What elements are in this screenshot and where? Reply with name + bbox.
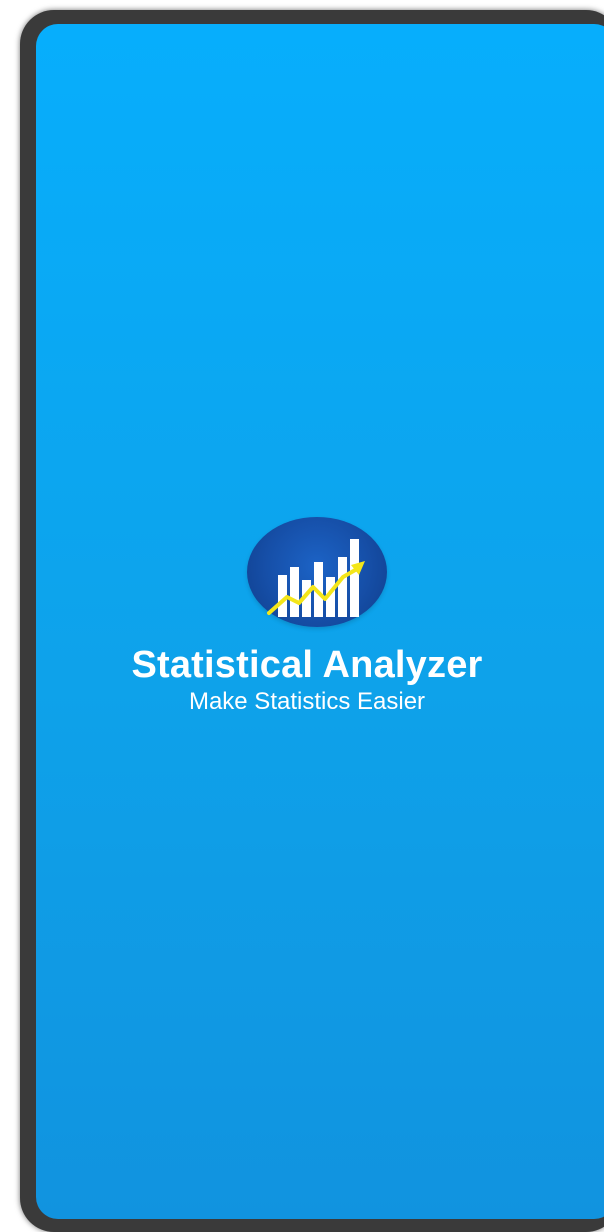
- app-tagline: Make Statistics Easier: [188, 688, 426, 715]
- splash-screen: Statistical Analyzer Make Statistics Eas…: [36, 24, 604, 1219]
- splash-content: Statistical Analyzer Make Statistics Eas…: [36, 517, 604, 717]
- app-title: Statistical Analyzer: [131, 644, 483, 686]
- bar-chart-trend-icon: [266, 539, 365, 617]
- logo-bar-7: [349, 539, 359, 617]
- logo-bar-6: [337, 557, 347, 617]
- logo-bar-2: [289, 567, 299, 617]
- app-logo: [246, 517, 387, 635]
